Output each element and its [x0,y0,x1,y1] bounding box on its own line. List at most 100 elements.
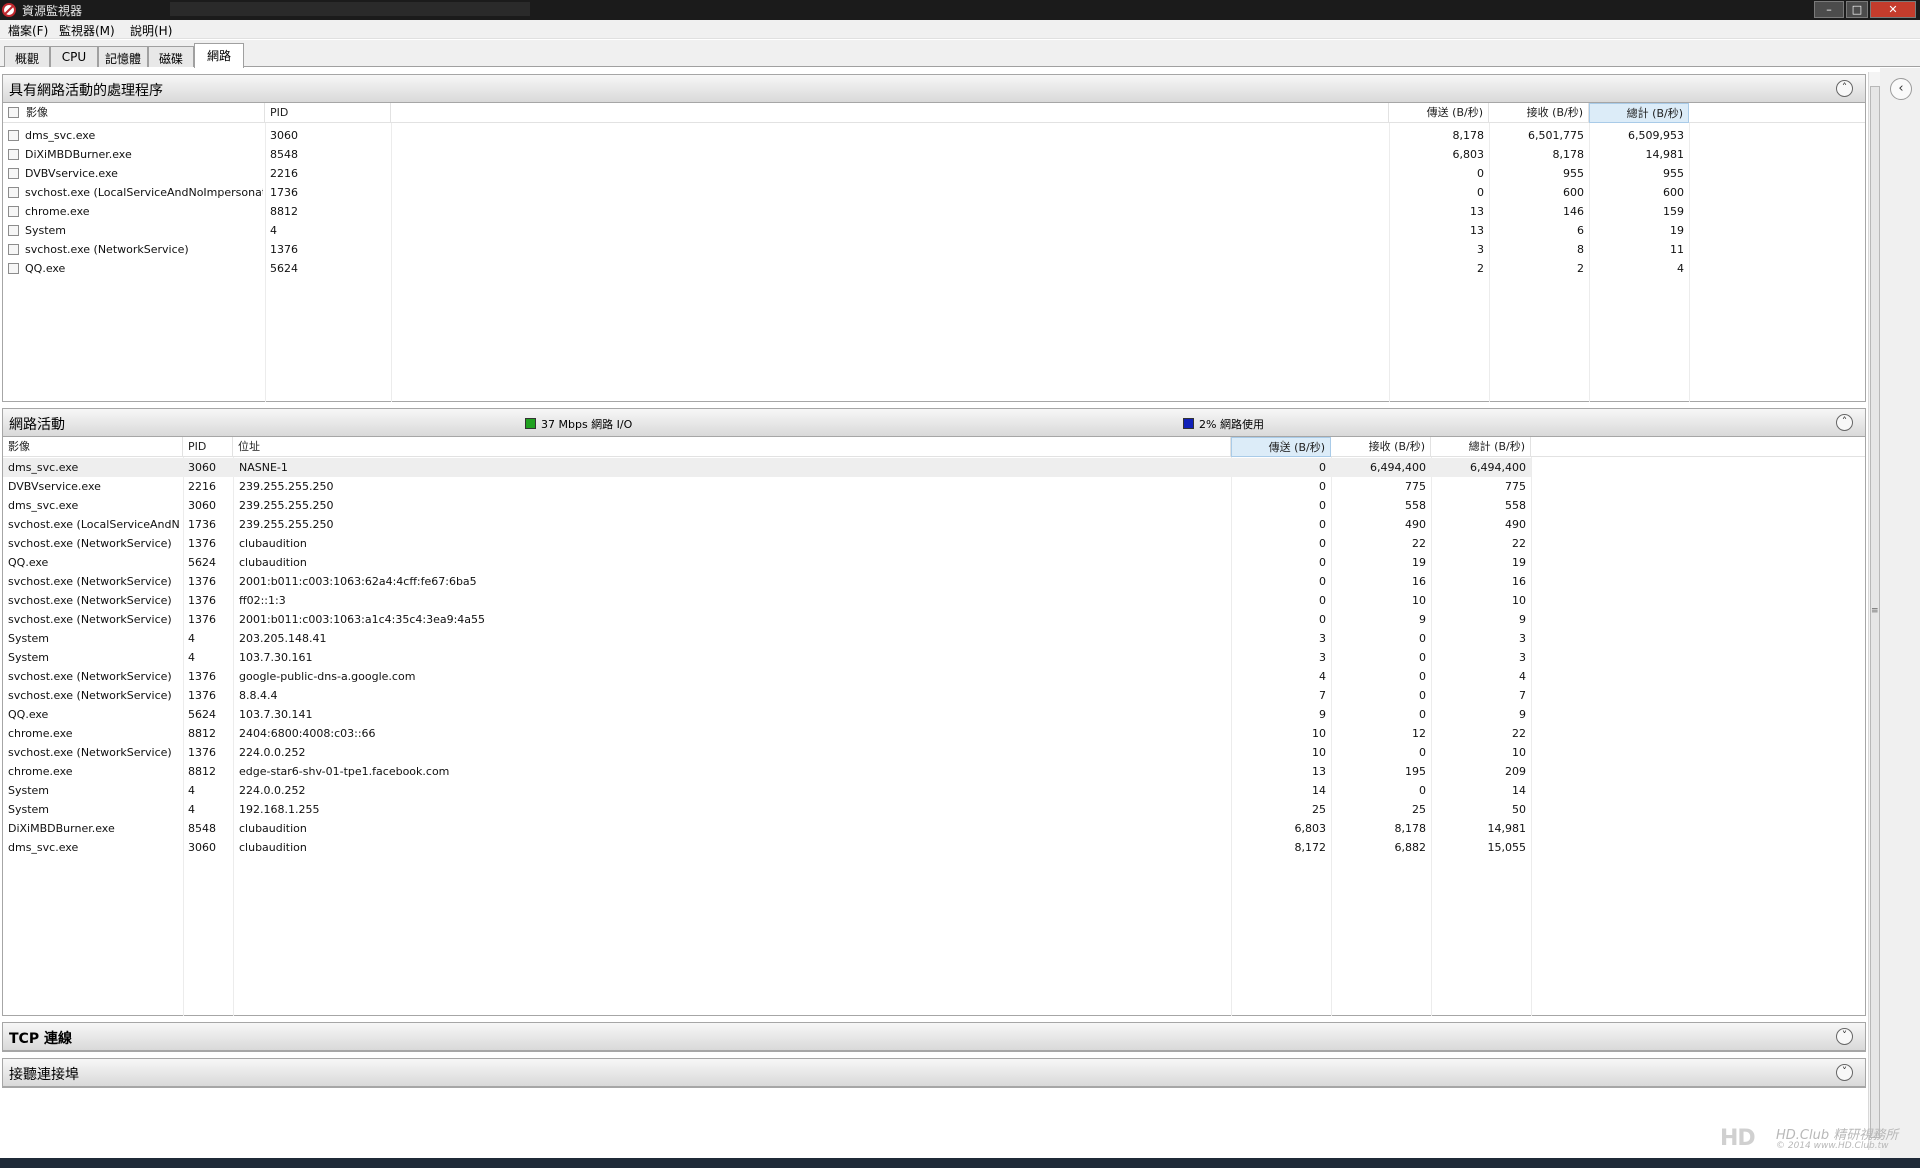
network-row[interactable]: svchost.exe (NetworkService) 1376 8.8.4.4 7… [3,686,1531,705]
process-image: QQ.exe [25,262,66,275]
network-total: 15,055 [1487,841,1527,854]
network-row[interactable]: svchost.exe (NetworkService) 1376 google-p… [3,667,1531,686]
network-row[interactable]: dms_svc.exe 3060 239.255.255.250 0 558 558 [3,496,1531,515]
tab-overview[interactable]: 概觀 [4,46,50,67]
process-checkbox[interactable] [8,149,19,160]
network-receive: 16 [1412,575,1426,588]
network-row[interactable]: QQ.exe 5624 103.7.30.141 9 0 9 [3,705,1531,724]
network-address: 239.255.255.250 [239,518,334,531]
network-row[interactable]: svchost.exe (NetworkService) 1376 ff02::1:… [3,591,1531,610]
network-row[interactable]: System 4 192.168.1.255 25 25 50 [3,800,1531,819]
menu-help[interactable]: 說明(H) [130,22,172,39]
network-row[interactable]: chrome.exe 8812 2404:6800:4008:c03::66 10 12… [3,724,1531,743]
network-image: System [8,632,50,645]
network-row[interactable]: DiXiMBDBurner.exe 8548 clubaudition 6,803 8,… [3,819,1531,838]
chevron-down-icon[interactable]: ˅ [1836,1064,1853,1081]
process-checkbox[interactable] [8,225,19,236]
network-row[interactable]: QQ.exe 5624 clubaudition 0 19 19 [3,553,1531,572]
network-total: 7 [1519,689,1526,702]
process-checkbox[interactable] [8,168,19,179]
network-activity-section-header[interactable]: 網路活動 37 Mbps 網路 I/O 2% 網路使用 ˄ [3,409,1865,437]
menu-monitor[interactable]: 監視器(M) [59,22,115,39]
network-send: 7 [1319,689,1326,702]
network-address: google-public-dns-a.google.com [239,670,416,683]
window-title: 資源監視器 [22,4,83,18]
column-total[interactable]: 總計 (B/秒) [1431,437,1531,457]
process-row[interactable]: DiXiMBDBurner.exe 8548 6,803 8,178 14,981 [3,145,1865,164]
tab-cpu[interactable]: CPU [50,46,98,67]
process-row[interactable]: QQ.exe 5624 2 2 4 [3,259,1865,278]
minimize-button[interactable]: – [1814,1,1844,18]
network-row[interactable]: svchost.exe (NetworkService) 1376 224.0.0.… [3,743,1531,762]
network-row[interactable]: System 4 224.0.0.252 14 0 14 [3,781,1531,800]
process-checkbox[interactable] [8,130,19,141]
network-row[interactable]: DVBVservice.exe 2216 239.255.255.250 0 775 77… [3,477,1531,496]
network-address: 203.205.148.41 [239,632,327,645]
chevron-down-icon[interactable]: ˅ [1836,1028,1853,1045]
network-send: 25 [1312,803,1326,816]
network-row[interactable]: chrome.exe 8812 edge-star6-shv-01-tpe1.fac… [3,762,1531,781]
process-pid: 2216 [270,167,298,180]
network-receive: 0 [1419,632,1426,645]
network-row[interactable]: svchost.exe (NetworkService) 1376 2001:b01… [3,572,1531,591]
network-row[interactable]: dms_svc.exe 3060 NASNE-1 0 6,494,400 6,494,40… [3,458,1531,477]
process-row[interactable]: svchost.exe (NetworkService) 1376 3 8 11 [3,240,1865,259]
chevron-left-icon[interactable]: ‹ [1890,78,1912,100]
process-pid: 4 [270,224,277,237]
close-button[interactable]: ✕ [1870,1,1916,18]
network-pid: 1376 [188,537,216,550]
network-row[interactable]: svchost.exe (LocalServiceAndN... 1736 239.… [3,515,1531,534]
process-checkbox[interactable] [8,187,19,198]
network-pid: 8812 [188,765,216,778]
column-receive[interactable]: 接收 (B/秒) [1489,103,1589,123]
column-send[interactable]: 傳送 (B/秒) [1389,103,1489,123]
network-row[interactable]: System 4 203.205.148.41 3 0 3 [3,629,1531,648]
process-receive: 2 [1577,262,1584,275]
process-row[interactable]: dms_svc.exe 3060 8,178 6,501,775 6,509,953 [3,126,1865,145]
process-pid: 8548 [270,148,298,161]
select-all-checkbox[interactable] [8,107,19,118]
process-receive: 146 [1563,205,1584,218]
listening-ports-section-header[interactable]: 接聽連接埠 ˅ [3,1059,1865,1087]
column-send[interactable]: ˄ 傳送 (B/秒) [1231,437,1331,457]
column-pid[interactable]: PID [265,103,391,123]
tab-memory[interactable]: 記憶體 [98,46,148,67]
column-image[interactable]: 影像 [3,437,183,457]
chevron-up-icon[interactable]: ˄ [1836,80,1853,97]
process-checkbox[interactable] [8,206,19,217]
tab-disk[interactable]: 磁碟 [148,46,194,67]
network-row[interactable]: System 4 103.7.30.161 3 0 3 [3,648,1531,667]
network-address: NASNE-1 [239,461,288,474]
process-row[interactable]: chrome.exe 8812 13 146 159 [3,202,1865,221]
right-panel [1880,68,1920,1158]
process-checkbox[interactable] [8,263,19,274]
process-row[interactable]: System 4 13 6 19 [3,221,1865,240]
column-pid[interactable]: PID [183,437,233,457]
empty-pane [2,1090,1866,1158]
process-row[interactable]: svchost.exe (LocalServiceAndNoImpersonat… [3,183,1865,202]
network-row[interactable]: dms_svc.exe 3060 clubaudition 8,172 6,882 15,… [3,838,1531,857]
column-total[interactable]: ˄ 總計 (B/秒) [1589,103,1689,123]
process-checkbox[interactable] [8,244,19,255]
network-image: svchost.exe (NetworkService) [8,575,172,588]
process-pid: 5624 [270,262,298,275]
process-row[interactable]: DVBVservice.exe 2216 0 955 955 [3,164,1865,183]
network-receive: 775 [1405,480,1426,493]
maximize-button[interactable]: □ [1846,1,1868,18]
processes-section-header[interactable]: 具有網路活動的處理程序 ˄ [3,75,1865,103]
column-address[interactable]: 位址 [233,437,1231,457]
chevron-up-icon[interactable]: ˄ [1836,414,1853,431]
network-receive: 0 [1419,708,1426,721]
network-row[interactable]: svchost.exe (NetworkService) 1376 2001:b01… [3,610,1531,629]
network-pid: 1376 [188,746,216,759]
menu-file[interactable]: 檔案(F) [8,22,48,39]
column-image[interactable]: 影像 [21,103,265,123]
network-image: svchost.exe (NetworkService) [8,594,172,607]
tab-network[interactable]: 網路 [194,43,244,68]
network-row[interactable]: svchost.exe (NetworkService) 1376 clubaudi… [3,534,1531,553]
vertical-scrollbar[interactable]: ≡ [1868,72,1880,1150]
network-receive: 25 [1412,803,1426,816]
column-receive[interactable]: 接收 (B/秒) [1331,437,1431,457]
network-address: clubaudition [239,556,307,569]
tcp-section-header[interactable]: TCP 連線 ˅ [3,1023,1865,1051]
